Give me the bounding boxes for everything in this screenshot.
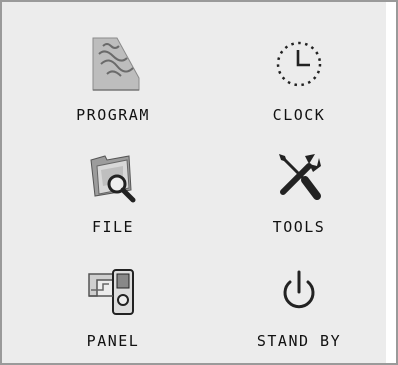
file-folder-icon bbox=[83, 146, 143, 206]
file-label: FILE bbox=[91, 218, 135, 236]
panel-label: PANEL bbox=[86, 332, 140, 350]
program-icon bbox=[83, 34, 143, 94]
panel-device-icon bbox=[83, 260, 143, 320]
tools-label: TOOLS bbox=[272, 218, 326, 236]
clock-label: CLOCK bbox=[272, 106, 326, 124]
standby-label: STAND BY bbox=[256, 332, 342, 350]
menu-panel: PROGRAM CLOCK FILE TOOLS PANEL STAND BY bbox=[0, 0, 398, 365]
tools-icon bbox=[269, 146, 329, 206]
program-label: PROGRAM bbox=[76, 106, 150, 124]
power-icon bbox=[269, 260, 329, 320]
clock-icon bbox=[269, 34, 329, 94]
